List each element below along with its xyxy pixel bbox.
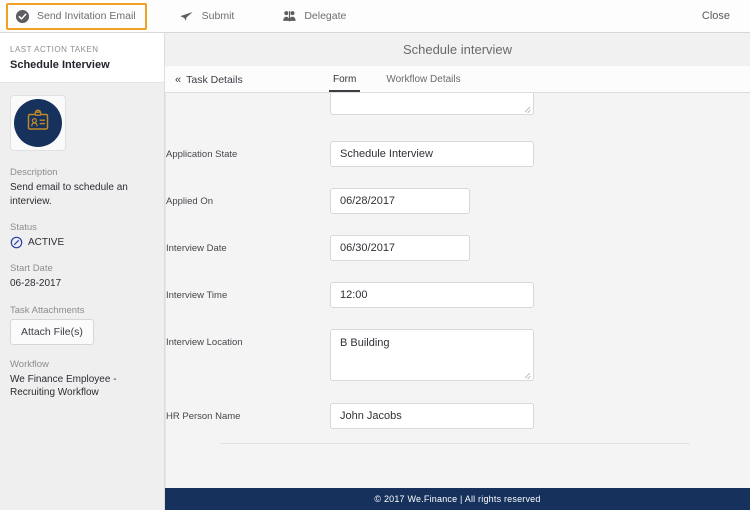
- send-invitation-email-button[interactable]: Send Invitation Email: [6, 2, 147, 30]
- field-control: B Building: [330, 329, 750, 381]
- resize-grip-icon[interactable]: [523, 370, 531, 378]
- application-state-input[interactable]: Schedule Interview: [330, 141, 534, 167]
- last-action-section: LAST ACTION TAKEN Schedule Interview: [0, 33, 164, 83]
- footer-text: © 2017 We.Finance | All rights reserved: [374, 494, 541, 504]
- start-date-value: 06-28-2017: [10, 278, 62, 289]
- last-action-title: Schedule Interview: [10, 59, 110, 71]
- form-row: HR Person Name John Jacobs: [166, 403, 750, 429]
- tab-form[interactable]: Form: [329, 74, 361, 92]
- double-chevron-left-icon: «: [175, 74, 182, 86]
- field-control: 06/28/2017: [330, 188, 750, 214]
- top-toolbar: Send Invitation Email Submit Delegate Cl…: [0, 0, 750, 33]
- field-control: 06/30/2017: [330, 235, 750, 261]
- page-title-bar: Schedule interview: [165, 33, 750, 66]
- submit-button[interactable]: Submit: [171, 3, 246, 30]
- task-sidebar: LAST ACTION TAKEN Schedule Interview Des…: [0, 33, 165, 510]
- interview-date-input[interactable]: 06/30/2017: [330, 235, 470, 261]
- form-scroll-area: Application State Schedule Interview App…: [166, 93, 750, 444]
- people-icon: [281, 8, 297, 24]
- form-row: Interview Location B Building: [166, 329, 750, 381]
- field-label-hr-person-name: HR Person Name: [166, 411, 241, 422]
- form-divider: [220, 443, 690, 444]
- tab-workflow-details[interactable]: Workflow Details: [382, 74, 464, 92]
- send-invitation-email-label: Send Invitation Email: [37, 10, 136, 22]
- workflow-block: Workflow We Finance Employee - Recruitin…: [10, 359, 154, 400]
- applied-on-input[interactable]: 06/28/2017: [330, 188, 470, 214]
- app-window: Send Invitation Email Submit Delegate Cl…: [0, 0, 750, 510]
- start-date-label: Start Date: [10, 263, 53, 274]
- field-label-applied-on: Applied On: [166, 196, 214, 207]
- avatar-circle: [14, 99, 62, 147]
- sidebar-body: Description Send email to schedule an in…: [0, 83, 164, 400]
- clock-circle-icon: [10, 236, 23, 249]
- form-row: [166, 93, 750, 115]
- field-control: [330, 93, 750, 115]
- description-block: Description Send email to schedule an in…: [10, 167, 154, 208]
- interview-location-value: B Building: [340, 337, 390, 349]
- form-row: Application State Schedule Interview: [166, 141, 750, 167]
- status-block: Status ACTIVE: [10, 222, 154, 249]
- field-label-interview-location: Interview Location: [166, 337, 243, 348]
- description-label: Description: [10, 167, 58, 178]
- delegate-label: Delegate: [304, 10, 347, 22]
- avatar: [10, 95, 66, 151]
- last-action-kicker: LAST ACTION TAKEN: [10, 45, 99, 54]
- status-badge: ACTIVE: [10, 236, 154, 249]
- attach-files-button[interactable]: Attach File(s): [10, 318, 94, 345]
- paper-plane-icon: [179, 8, 195, 24]
- start-date-block: Start Date 06-28-2017: [10, 263, 154, 291]
- status-value: ACTIVE: [28, 237, 65, 248]
- task-details-label: Task Details: [186, 74, 243, 86]
- submit-label: Submit: [201, 10, 235, 22]
- field-control: 12:00: [330, 282, 750, 308]
- form-row: Interview Date 06/30/2017: [166, 235, 750, 261]
- main-content: « Task Details Form Workflow Details App…: [165, 66, 750, 510]
- workflow-label: Workflow: [10, 358, 49, 370]
- hr-person-name-input[interactable]: John Jacobs: [330, 403, 534, 429]
- form-row: Applied On 06/28/2017: [166, 188, 750, 214]
- description-value: Send email to schedule an interview.: [10, 182, 128, 207]
- field-label-interview-time: Interview Time: [166, 290, 228, 301]
- field-control: John Jacobs: [330, 403, 750, 429]
- attachments-label: Task Attachments: [10, 304, 85, 316]
- footer: © 2017 We.Finance | All rights reserved: [165, 488, 750, 510]
- page-title: Schedule interview: [402, 42, 513, 57]
- status-label: Status: [10, 222, 37, 233]
- tab-bar: « Task Details Form Workflow Details: [165, 66, 750, 93]
- field-control: Schedule Interview: [330, 141, 750, 167]
- form-row: Interview Time 12:00: [166, 282, 750, 308]
- workflow-value: We Finance Employee - Recruiting Workflo…: [10, 373, 117, 399]
- field-label-application-state: Application State: [166, 149, 238, 160]
- task-details-toggle[interactable]: « Task Details: [171, 74, 329, 92]
- resize-grip-icon[interactable]: [523, 104, 531, 112]
- check-circle-icon: [14, 8, 30, 24]
- id-badge-icon: [25, 108, 51, 139]
- interview-time-input[interactable]: 12:00: [330, 282, 534, 308]
- attachments-block: Task Attachments Attach File(s): [10, 305, 154, 345]
- delegate-button[interactable]: Delegate: [273, 3, 357, 30]
- form-panel: Application State Schedule Interview App…: [165, 93, 750, 510]
- field-label-interview-date: Interview Date: [166, 243, 227, 254]
- notes-textarea[interactable]: [330, 93, 534, 115]
- interview-location-textarea[interactable]: B Building: [330, 329, 534, 381]
- close-button[interactable]: Close: [702, 10, 750, 22]
